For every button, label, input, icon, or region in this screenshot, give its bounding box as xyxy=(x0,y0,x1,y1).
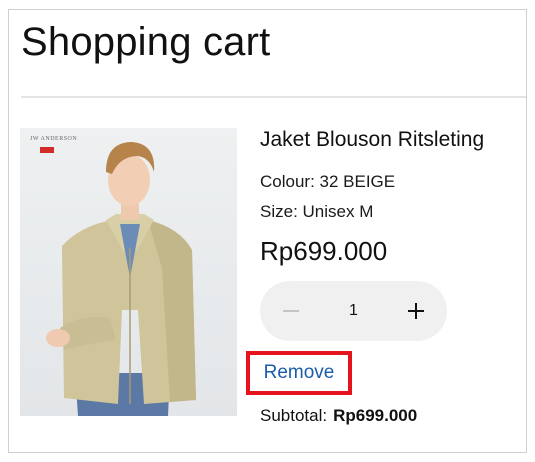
model-illustration xyxy=(46,142,196,416)
increase-quantity-button[interactable] xyxy=(385,281,447,341)
product-image[interactable]: JW ANDERSON xyxy=(20,128,237,416)
product-name[interactable]: Jaket Blouson Ritsleting xyxy=(260,128,484,152)
minus-icon xyxy=(283,310,299,312)
subtotal-label: Subtotal: xyxy=(260,406,328,425)
quantity-value: 1 xyxy=(349,302,358,319)
plus-icon xyxy=(408,303,424,319)
remove-highlight: Remove xyxy=(246,351,352,395)
product-size: Size: Unisex M xyxy=(260,202,374,221)
subtotal: Subtotal: Rp699.000 xyxy=(260,406,417,426)
cart-panel: Shopping cart JW ANDERSON Jaket Blouson … xyxy=(8,9,527,453)
quantity-stepper: 1 xyxy=(260,281,447,341)
product-price: Rp699.000 xyxy=(260,236,388,266)
subtotal-value: Rp699.000 xyxy=(333,406,418,425)
decrease-quantity-button[interactable] xyxy=(260,281,322,341)
product-colour: Colour: 32 BEIGE xyxy=(260,172,396,191)
divider xyxy=(21,96,526,98)
page-title: Shopping cart xyxy=(21,20,271,64)
remove-link[interactable]: Remove xyxy=(264,362,335,384)
